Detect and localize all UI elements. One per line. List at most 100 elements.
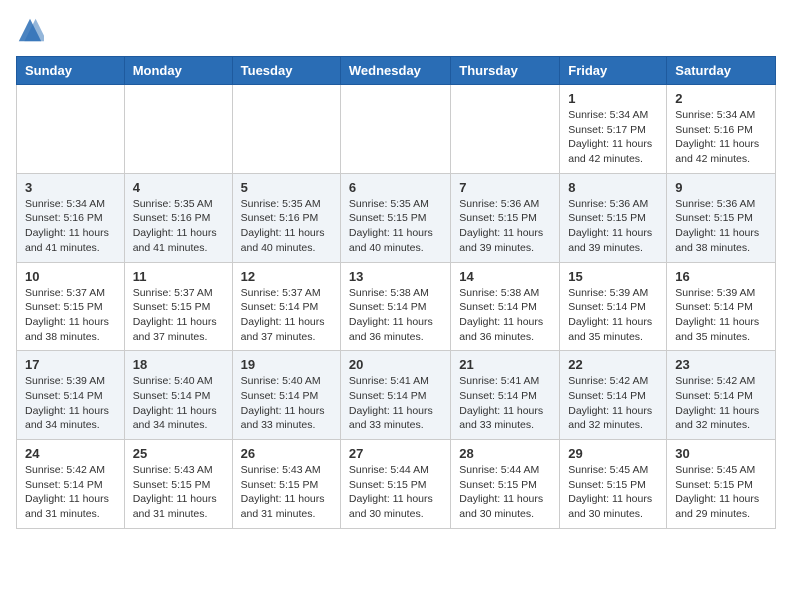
calendar-cell — [17, 85, 125, 174]
calendar-cell: 18 Sunrise: 5:40 AMSunset: 5:14 PMDayligh… — [124, 351, 232, 440]
cell-content: Sunrise: 5:45 AMSunset: 5:15 PMDaylight:… — [568, 463, 658, 522]
day-number: 8 — [568, 180, 658, 195]
cell-content: Sunrise: 5:41 AMSunset: 5:14 PMDaylight:… — [459, 374, 551, 433]
day-number: 4 — [133, 180, 224, 195]
calendar-cell: 6 Sunrise: 5:35 AMSunset: 5:15 PMDaylight… — [340, 173, 450, 262]
calendar-cell: 25 Sunrise: 5:43 AMSunset: 5:15 PMDayligh… — [124, 440, 232, 529]
calendar-cell: 28Sunrise: 5:44 AMSunset: 5:15 PMDayligh… — [451, 440, 560, 529]
day-number: 7 — [459, 180, 551, 195]
cell-content: Sunrise: 5:38 AMSunset: 5:14 PMDaylight:… — [349, 286, 442, 345]
calendar-cell: 30 Sunrise: 5:45 AMSunset: 5:15 PMDayligh… — [667, 440, 776, 529]
cell-content: Sunrise: 5:39 AMSunset: 5:14 PMDaylight:… — [568, 286, 658, 345]
weekday-header: Monday — [124, 57, 232, 85]
calendar-cell: 8 Sunrise: 5:36 AMSunset: 5:15 PMDaylight… — [560, 173, 667, 262]
calendar-cell — [451, 85, 560, 174]
cell-content: Sunrise: 5:42 AMSunset: 5:14 PMDaylight:… — [568, 374, 658, 433]
calendar-cell: 11 Sunrise: 5:37 AMSunset: 5:15 PMDayligh… — [124, 262, 232, 351]
cell-content: Sunrise: 5:45 AMSunset: 5:15 PMDaylight:… — [675, 463, 767, 522]
calendar-cell — [124, 85, 232, 174]
day-number: 11 — [133, 269, 224, 284]
day-number: 25 — [133, 446, 224, 461]
day-number: 12 — [241, 269, 332, 284]
calendar-cell: 3 Sunrise: 5:34 AMSunset: 5:16 PMDaylight… — [17, 173, 125, 262]
calendar-table: SundayMondayTuesdayWednesdayThursdayFrid… — [16, 56, 776, 529]
calendar-week-row: 1Sunrise: 5:34 AMSunset: 5:17 PMDaylight… — [17, 85, 776, 174]
day-number: 9 — [675, 180, 767, 195]
day-number: 19 — [241, 357, 332, 372]
calendar-cell: 20 Sunrise: 5:41 AMSunset: 5:14 PMDayligh… — [340, 351, 450, 440]
calendar-week-row: 24Sunrise: 5:42 AMSunset: 5:14 PMDayligh… — [17, 440, 776, 529]
cell-content: Sunrise: 5:36 AMSunset: 5:15 PMDaylight:… — [568, 197, 658, 256]
calendar-cell: 13 Sunrise: 5:38 AMSunset: 5:14 PMDayligh… — [340, 262, 450, 351]
calendar-cell: 19Sunrise: 5:40 AMSunset: 5:14 PMDayligh… — [232, 351, 340, 440]
day-number: 29 — [568, 446, 658, 461]
day-number: 21 — [459, 357, 551, 372]
cell-content: Sunrise: 5:37 AMSunset: 5:15 PMDaylight:… — [25, 286, 116, 345]
day-number: 26 — [241, 446, 332, 461]
calendar-cell — [340, 85, 450, 174]
day-number: 28 — [459, 446, 551, 461]
day-number: 6 — [349, 180, 442, 195]
cell-content: Sunrise: 5:44 AMSunset: 5:15 PMDaylight:… — [349, 463, 442, 522]
calendar-cell: 4 Sunrise: 5:35 AMSunset: 5:16 PMDaylight… — [124, 173, 232, 262]
cell-content: Sunrise: 5:41 AMSunset: 5:14 PMDaylight:… — [349, 374, 442, 433]
cell-content: Sunrise: 5:37 AMSunset: 5:14 PMDaylight:… — [241, 286, 332, 345]
weekday-header: Thursday — [451, 57, 560, 85]
cell-content: Sunrise: 5:35 AMSunset: 5:16 PMDaylight:… — [241, 197, 332, 256]
calendar-cell — [232, 85, 340, 174]
calendar-week-row: 10 Sunrise: 5:37 AMSunset: 5:15 PMDayligh… — [17, 262, 776, 351]
day-number: 13 — [349, 269, 442, 284]
day-number: 27 — [349, 446, 442, 461]
calendar-cell: 7 Sunrise: 5:36 AMSunset: 5:15 PMDaylight… — [451, 173, 560, 262]
logo — [16, 16, 46, 44]
cell-content: Sunrise: 5:38 AMSunset: 5:14 PMDaylight:… — [459, 286, 551, 345]
cell-content: Sunrise: 5:40 AMSunset: 5:14 PMDaylight:… — [133, 374, 224, 433]
calendar-week-row: 3 Sunrise: 5:34 AMSunset: 5:16 PMDaylight… — [17, 173, 776, 262]
cell-content: Sunrise: 5:43 AMSunset: 5:15 PMDaylight:… — [241, 463, 332, 522]
cell-content: Sunrise: 5:42 AMSunset: 5:14 PMDaylight:… — [25, 463, 116, 522]
calendar-cell: 2Sunrise: 5:34 AMSunset: 5:16 PMDaylight… — [667, 85, 776, 174]
day-number: 3 — [25, 180, 116, 195]
calendar-cell: 29 Sunrise: 5:45 AMSunset: 5:15 PMDayligh… — [560, 440, 667, 529]
day-number: 15 — [568, 269, 658, 284]
cell-content: Sunrise: 5:35 AMSunset: 5:15 PMDaylight:… — [349, 197, 442, 256]
day-number: 23 — [675, 357, 767, 372]
calendar-header-row: SundayMondayTuesdayWednesdayThursdayFrid… — [17, 57, 776, 85]
cell-content: Sunrise: 5:43 AMSunset: 5:15 PMDaylight:… — [133, 463, 224, 522]
cell-content: Sunrise: 5:34 AMSunset: 5:16 PMDaylight:… — [675, 108, 767, 167]
cell-content: Sunrise: 5:37 AMSunset: 5:15 PMDaylight:… — [133, 286, 224, 345]
calendar-cell: 23 Sunrise: 5:42 AMSunset: 5:14 PMDayligh… — [667, 351, 776, 440]
day-number: 20 — [349, 357, 442, 372]
day-number: 14 — [459, 269, 551, 284]
calendar-cell: 16 Sunrise: 5:39 AMSunset: 5:14 PMDayligh… — [667, 262, 776, 351]
cell-content: Sunrise: 5:34 AMSunset: 5:17 PMDaylight:… — [568, 108, 658, 167]
cell-content: Sunrise: 5:36 AMSunset: 5:15 PMDaylight:… — [675, 197, 767, 256]
weekday-header: Tuesday — [232, 57, 340, 85]
calendar-cell: 21 Sunrise: 5:41 AMSunset: 5:14 PMDayligh… — [451, 351, 560, 440]
calendar-cell: 17Sunrise: 5:39 AMSunset: 5:14 PMDayligh… — [17, 351, 125, 440]
cell-content: Sunrise: 5:36 AMSunset: 5:15 PMDaylight:… — [459, 197, 551, 256]
day-number: 30 — [675, 446, 767, 461]
cell-content: Sunrise: 5:42 AMSunset: 5:14 PMDaylight:… — [675, 374, 767, 433]
cell-content: Sunrise: 5:39 AMSunset: 5:14 PMDaylight:… — [675, 286, 767, 345]
calendar-cell: 26 Sunrise: 5:43 AMSunset: 5:15 PMDayligh… — [232, 440, 340, 529]
cell-content: Sunrise: 5:35 AMSunset: 5:16 PMDaylight:… — [133, 197, 224, 256]
day-number: 16 — [675, 269, 767, 284]
calendar-cell: 1Sunrise: 5:34 AMSunset: 5:17 PMDaylight… — [560, 85, 667, 174]
day-number: 22 — [568, 357, 658, 372]
weekday-header: Saturday — [667, 57, 776, 85]
calendar-cell: 12 Sunrise: 5:37 AMSunset: 5:14 PMDayligh… — [232, 262, 340, 351]
weekday-header: Friday — [560, 57, 667, 85]
calendar-cell: 10 Sunrise: 5:37 AMSunset: 5:15 PMDayligh… — [17, 262, 125, 351]
day-number: 5 — [241, 180, 332, 195]
calendar-week-row: 17Sunrise: 5:39 AMSunset: 5:14 PMDayligh… — [17, 351, 776, 440]
cell-content: Sunrise: 5:34 AMSunset: 5:16 PMDaylight:… — [25, 197, 116, 256]
weekday-header: Wednesday — [340, 57, 450, 85]
day-number: 10 — [25, 269, 116, 284]
page-header — [16, 16, 776, 44]
calendar-cell: 14 Sunrise: 5:38 AMSunset: 5:14 PMDayligh… — [451, 262, 560, 351]
day-number: 18 — [133, 357, 224, 372]
weekday-header: Sunday — [17, 57, 125, 85]
calendar-cell: 9 Sunrise: 5:36 AMSunset: 5:15 PMDaylight… — [667, 173, 776, 262]
day-number: 17 — [25, 357, 116, 372]
